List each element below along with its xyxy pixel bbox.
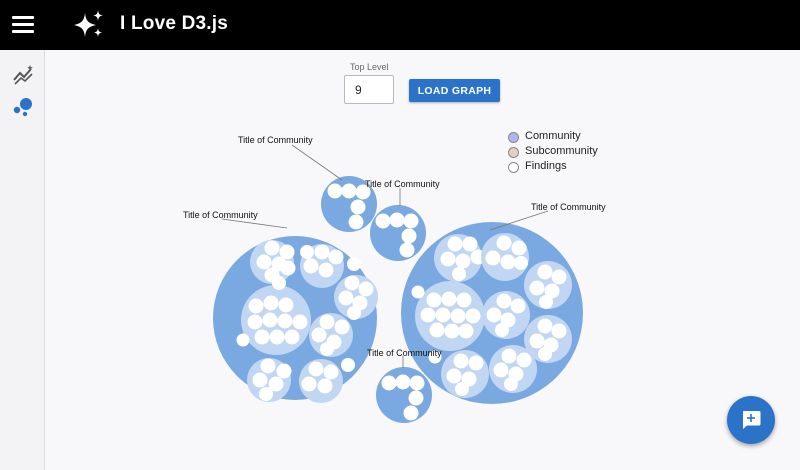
legend-dot (508, 147, 519, 158)
legend-label: Findings (525, 160, 567, 172)
community-bubble[interactable] (401, 222, 583, 404)
top-level-input[interactable] (344, 75, 394, 104)
community-label: Title of Community (531, 202, 606, 212)
community-label: Title of Community (238, 135, 313, 145)
community-label: Title of Community (365, 179, 440, 189)
bubble-graph: Title of Community Title of Community Ti… (183, 135, 606, 423)
legend-label: Community (525, 130, 581, 142)
community-bubble[interactable] (370, 205, 426, 261)
label-leader-line (221, 218, 288, 229)
chat-add-icon (743, 411, 761, 429)
legend-dot (508, 132, 519, 143)
community-label: Title of Community (367, 348, 442, 358)
community-label: Title of Community (183, 210, 258, 220)
load-graph-button[interactable]: LOAD GRAPH (409, 79, 500, 102)
community-bubble[interactable] (213, 236, 378, 403)
legend-label: Subcommunity (525, 145, 598, 157)
label-leader-line (291, 144, 343, 181)
legend-dot (508, 162, 519, 173)
chat-fab-button[interactable] (727, 396, 775, 444)
community-bubble[interactable] (376, 367, 432, 423)
top-level-label: Top Level (350, 62, 389, 72)
